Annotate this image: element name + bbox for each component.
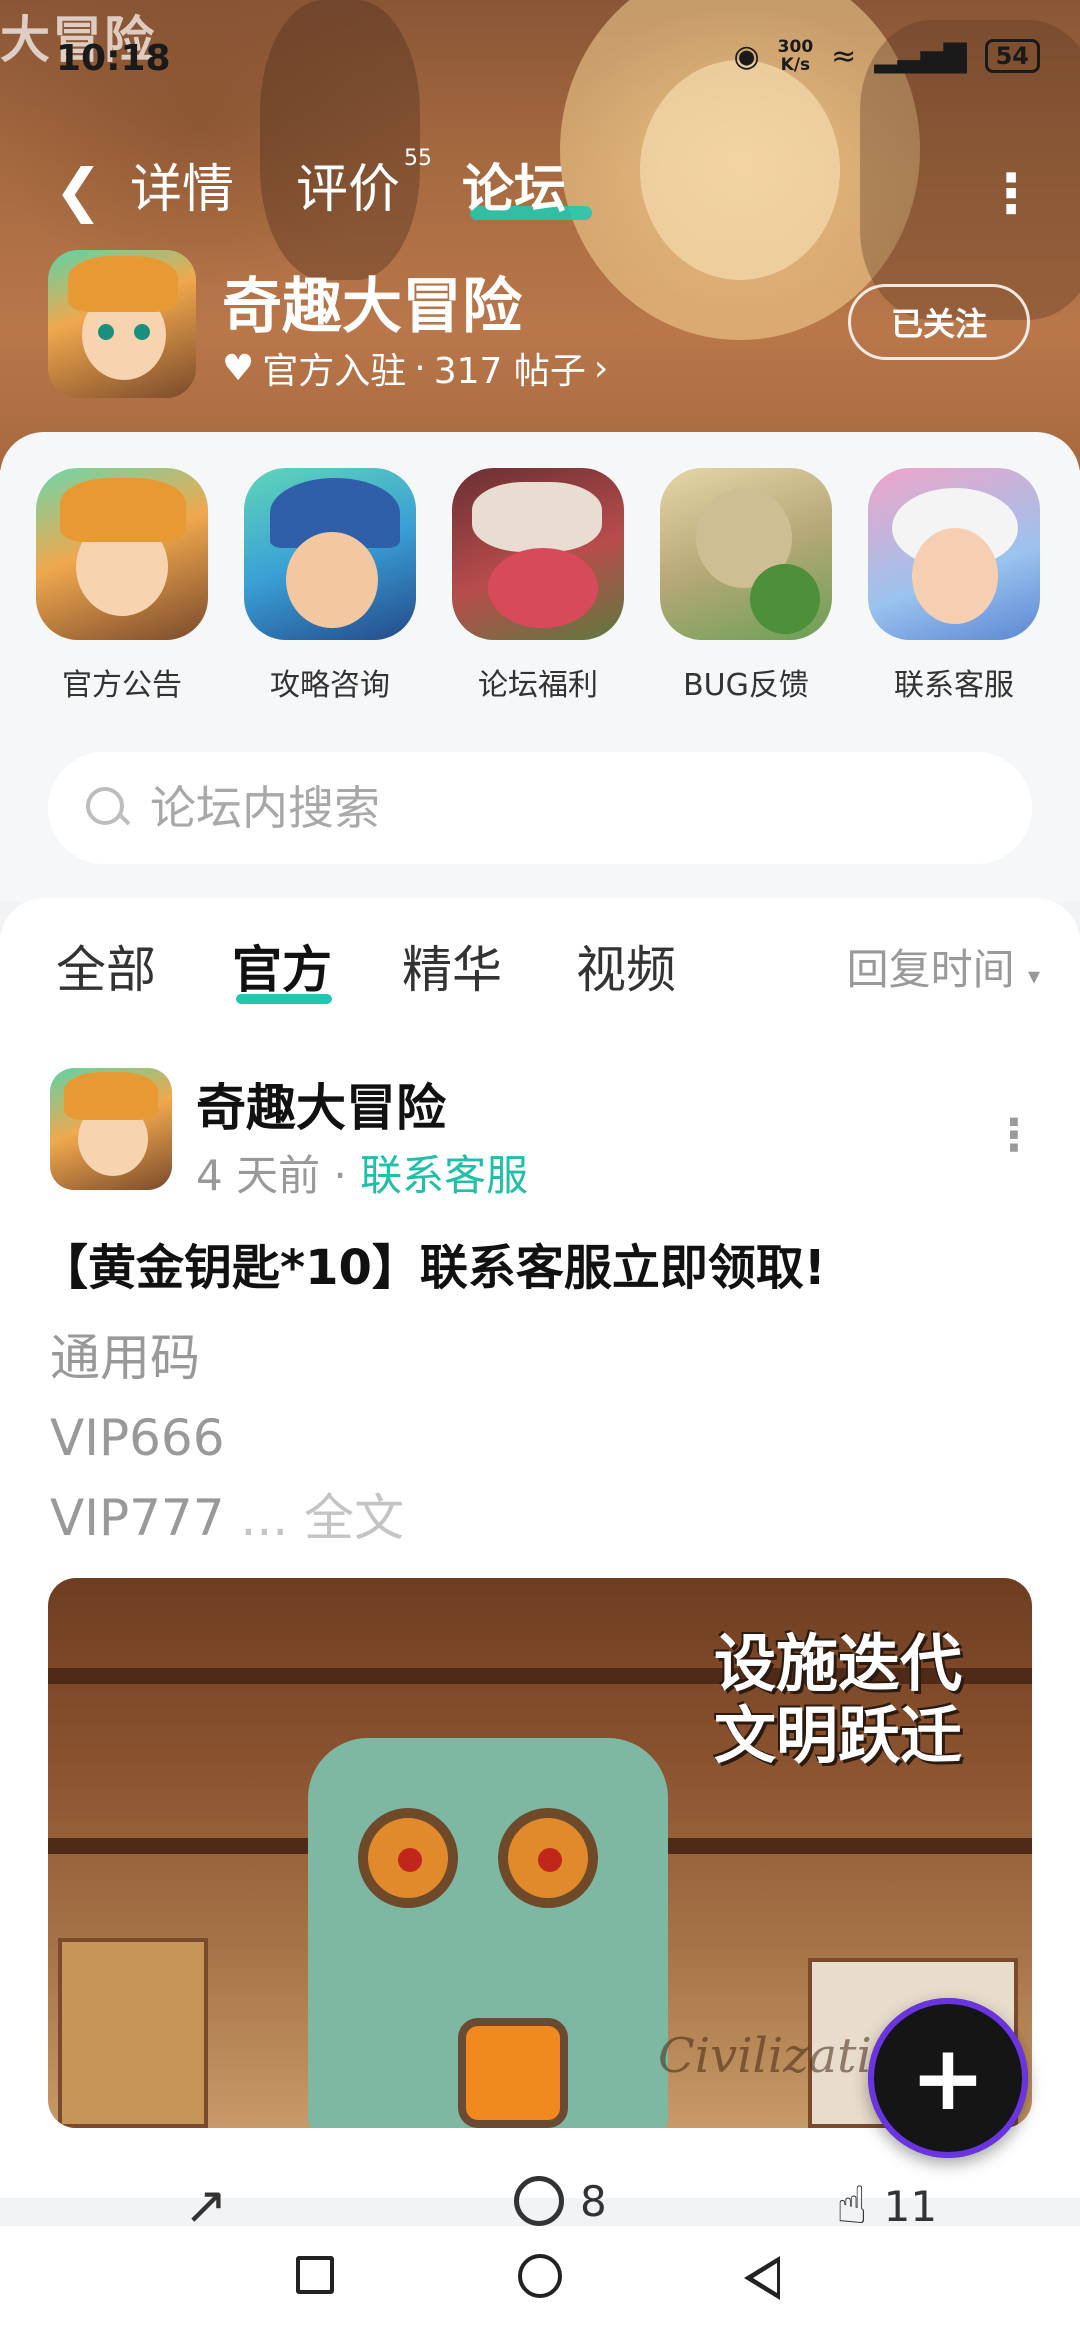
tab-reviews[interactable]: 评价 (296, 158, 400, 222)
category-bug-report[interactable]: BUG反馈 (660, 468, 832, 704)
status-bar: 10:18 ◉ 300 K/s ≈ ▂▃▅▇ 54 (0, 0, 1080, 120)
official-label: 官方入驻 (262, 351, 407, 392)
image-watermark: Civilizati (658, 2028, 872, 2084)
comment-count: 8 (580, 2176, 607, 2226)
post-meta-separator: · (333, 1151, 347, 1200)
image-caption: 设施迭代 文明跃迁 (713, 1627, 962, 1772)
meta-separator: · (414, 347, 426, 389)
back-triangle-icon[interactable] (744, 2256, 780, 2300)
more-menu-icon[interactable]: ⋮ (984, 162, 1038, 225)
recent-apps-icon[interactable] (296, 2256, 334, 2294)
feed-tab-featured[interactable]: 精华 (402, 930, 502, 1002)
feed-tab-video[interactable]: 视频 (576, 930, 676, 1002)
post-excerpt[interactable]: 通用码 VIP666 VIP777 ... 全文 (50, 1318, 404, 1558)
post-meta: 4 天前 · 联系客服 (196, 1142, 528, 1203)
game-icon[interactable] (48, 250, 196, 398)
share-button[interactable]: ↗ (184, 2176, 228, 2226)
create-post-button[interactable]: + (868, 1998, 1028, 2158)
category-strategy-image (244, 468, 416, 640)
feed-tab-all[interactable]: 全部 (56, 930, 156, 1002)
post-line: VIP666 (50, 1409, 225, 1467)
category-official-announcement[interactable]: 官方公告 (36, 468, 208, 704)
category-welfare-image (452, 468, 624, 640)
top-nav: ❮ 详情 评价 55 论坛 ⋮ (0, 140, 1080, 240)
category-label: BUG反馈 (683, 668, 809, 703)
category-label: 攻略咨询 (270, 668, 390, 703)
category-announcement-image (36, 468, 208, 640)
post-ellipsis: ... (240, 1489, 289, 1547)
network-speed: 300 K/s (777, 37, 814, 75)
read-full-link[interactable]: 全文 (304, 1489, 404, 1547)
heart-icon: ♥ (222, 347, 255, 389)
post-author-avatar[interactable] (50, 1068, 172, 1190)
category-customer-service[interactable]: 联系客服 (868, 468, 1040, 704)
feed-tab-official[interactable]: 官方 (232, 930, 332, 1002)
status-time: 10:18 (56, 38, 171, 79)
post-category-tag[interactable]: 联系客服 (360, 1151, 528, 1200)
system-nav-bar (0, 2226, 1080, 2331)
post-title[interactable]: 【黄金钥匙*10】联系客服立即领取! (40, 1228, 826, 1298)
category-service-image (868, 468, 1040, 640)
thumbs-up-icon: ☝ (836, 2176, 868, 2226)
category-bug-image (660, 468, 832, 640)
comment-icon (514, 2176, 564, 2226)
post-count: 317 帖子 (433, 351, 586, 392)
battery-icon: 54 (984, 39, 1040, 73)
category-label: 官方公告 (62, 668, 182, 703)
comment-button[interactable]: 8 (514, 2176, 607, 2226)
eye-icon: ◉ (733, 38, 760, 74)
category-label: 联系客服 (894, 668, 1014, 703)
category-label: 论坛福利 (478, 668, 598, 703)
like-count: 11 (883, 2181, 938, 2227)
feed-tab-indicator (236, 994, 332, 1004)
wifi-icon: ≈ (831, 38, 857, 74)
share-icon: ↗ (184, 2176, 228, 2226)
chevron-right-icon: › (593, 347, 609, 389)
caret-down-icon: ▾ (1027, 962, 1040, 990)
signal-icon: ▂▃▅▇ (874, 38, 967, 74)
sort-label: 回复时间 (846, 945, 1015, 994)
tab-details[interactable]: 详情 (130, 158, 234, 222)
post-more-icon[interactable]: ⋮ (992, 1110, 1036, 1161)
follow-button[interactable]: 已关注 (848, 284, 1030, 360)
search-icon (84, 785, 130, 831)
reviews-count-badge: 55 (404, 146, 432, 171)
like-button[interactable]: ☝ 11 (836, 2176, 937, 2226)
search-input[interactable] (150, 781, 950, 835)
post-time: 4 天前 (196, 1151, 321, 1200)
game-title: 奇趣大冒险 (222, 272, 522, 342)
category-strategy[interactable]: 攻略咨询 (244, 468, 416, 704)
home-icon[interactable] (518, 2254, 562, 2298)
sort-dropdown[interactable]: 回复时间 ▾ (847, 936, 1040, 997)
post-author-name[interactable]: 奇趣大冒险 (196, 1068, 446, 1140)
category-forum-welfare[interactable]: 论坛福利 (452, 468, 624, 704)
post-line: VIP777 (50, 1489, 225, 1547)
forum-search-bar[interactable] (48, 752, 1032, 864)
tab-forum[interactable]: 论坛 (462, 158, 566, 222)
game-meta[interactable]: ♥ 官方入驻 · 317 帖子 › (222, 342, 608, 394)
post-line: 通用码 (50, 1329, 200, 1387)
back-arrow-icon[interactable]: ❮ (54, 160, 103, 220)
post-actions: ↗ 8 ☝ 11 (0, 2170, 1080, 2226)
